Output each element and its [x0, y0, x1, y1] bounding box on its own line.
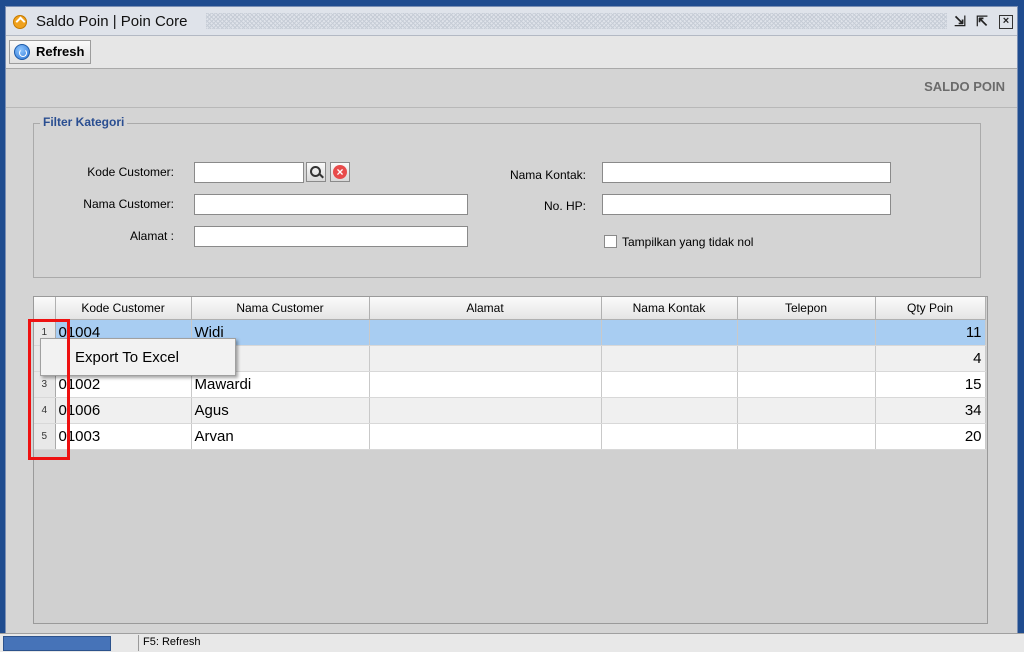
maximize-icon[interactable]: ⇱ — [973, 13, 991, 29]
nonzero-checkbox-label: Tampilkan yang tidak nol — [622, 235, 754, 249]
cell-qty[interactable]: 4 — [875, 345, 986, 372]
cell-qty[interactable]: 11 — [875, 319, 986, 346]
status-progress — [3, 636, 111, 651]
nonzero-checkbox[interactable] — [604, 235, 617, 248]
window-title: Saldo Poin | Poin Core — [36, 13, 192, 30]
status-bar: F5: Refresh — [0, 633, 1024, 652]
toolbar: Refresh — [6, 36, 1017, 69]
title-bar-pattern — [206, 13, 947, 29]
page-title: SALDO POIN — [924, 79, 1005, 94]
cell-alamat[interactable] — [369, 345, 602, 372]
close-icon[interactable]: × — [999, 15, 1013, 29]
cell-qty[interactable]: 15 — [875, 371, 986, 398]
cell-telepon[interactable] — [737, 423, 876, 450]
column-header[interactable]: Nama Customer — [191, 297, 370, 320]
cell-kontak[interactable] — [601, 345, 738, 372]
refresh-icon — [14, 44, 30, 60]
cell-nama[interactable]: Agus — [191, 397, 370, 424]
cell-telepon[interactable] — [737, 397, 876, 424]
column-header[interactable]: Nama Kontak — [601, 297, 738, 320]
cell-telepon[interactable] — [737, 371, 876, 398]
cell-alamat[interactable] — [369, 319, 602, 346]
status-hint: F5: Refresh — [143, 636, 201, 648]
column-header[interactable]: Telepon — [737, 297, 876, 320]
clear-icon[interactable] — [330, 162, 350, 182]
cell-telepon[interactable] — [737, 345, 876, 372]
annotation-highlight-box — [28, 319, 70, 460]
title-bar[interactable]: Saldo Poin | Poin Core ⇲ ⇱ × — [6, 7, 1017, 36]
nama-customer-input[interactable] — [194, 194, 468, 215]
cell-qty[interactable]: 20 — [875, 423, 986, 450]
no-hp-input[interactable] — [602, 194, 891, 215]
status-separator — [138, 635, 139, 651]
nama-kontak-input[interactable] — [602, 162, 891, 183]
restore-icon[interactable]: ⇲ — [951, 13, 969, 29]
row-number-header — [34, 297, 56, 320]
column-header[interactable]: Qty Poin — [875, 297, 986, 320]
cell-alamat[interactable] — [369, 371, 602, 398]
nama-customer-label: Nama Customer: — [83, 197, 174, 211]
kode-customer-input[interactable] — [194, 162, 304, 183]
cell-telepon[interactable] — [737, 319, 876, 346]
table-row[interactable]: 4 01006 Agus 34 — [34, 397, 986, 424]
table-row[interactable]: 5 01003 Arvan 20 — [34, 423, 986, 450]
cell-alamat[interactable] — [369, 423, 602, 450]
grid-header-row: Kode Customer Nama Customer Alamat Nama … — [34, 297, 986, 320]
cell-kontak[interactable] — [601, 423, 738, 450]
filter-legend: Filter Kategori — [40, 115, 128, 129]
export-to-excel-menu-item[interactable]: Export To Excel — [75, 349, 179, 366]
header-bar: SALDO POIN — [6, 69, 1017, 108]
column-header[interactable]: Alamat — [369, 297, 602, 320]
alamat-input[interactable] — [194, 226, 468, 247]
cell-kontak[interactable] — [601, 371, 738, 398]
refresh-button-label: Refresh — [36, 44, 85, 59]
kode-customer-label: Kode Customer: — [87, 165, 174, 179]
column-header[interactable]: Kode Customer — [55, 297, 192, 320]
no-hp-label: No. HP: — [543, 199, 586, 213]
refresh-button[interactable]: Refresh — [9, 40, 92, 64]
cell-alamat[interactable] — [369, 397, 602, 424]
alamat-label: Alamat : — [129, 229, 174, 243]
cell-kode[interactable]: 01003 — [55, 423, 192, 450]
cell-kontak[interactable] — [601, 319, 738, 346]
search-icon[interactable] — [306, 162, 326, 182]
cell-kode[interactable]: 01006 — [55, 397, 192, 424]
cell-nama[interactable]: Arvan — [191, 423, 370, 450]
app-icon — [13, 15, 27, 29]
nama-kontak-label: Nama Kontak: — [509, 168, 586, 182]
cell-kontak[interactable] — [601, 397, 738, 424]
cell-qty[interactable]: 34 — [875, 397, 986, 424]
